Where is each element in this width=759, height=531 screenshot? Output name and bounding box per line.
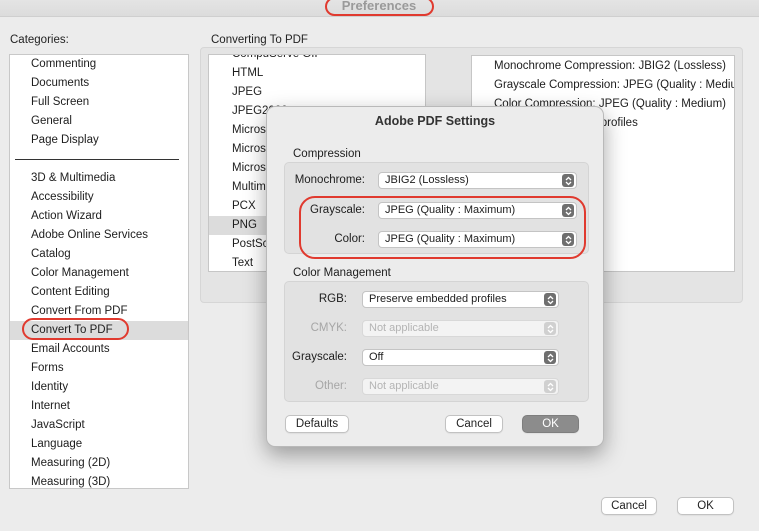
grayscale-profile-select[interactable]: Off [362, 349, 559, 366]
chevron-updown-icon [562, 233, 574, 246]
chevron-updown-icon [544, 322, 556, 335]
chevron-updown-icon [562, 204, 574, 217]
window-title: Preferences [341, 0, 417, 13]
monochrome-compression-value: JBIG2 (Lossless) [385, 174, 469, 186]
color-compression-value: JPEG (Quality : Maximum) [385, 233, 516, 245]
category-item-commenting[interactable]: Commenting [10, 55, 188, 74]
color-compression-label: Color: [334, 233, 365, 245]
cmyk-profile-select: Not applicable [362, 320, 559, 337]
category-item-javascript[interactable]: JavaScript [10, 416, 188, 435]
grayscale-compression-select[interactable]: JPEG (Quality : Maximum) [378, 202, 577, 219]
categories-header: Categories: [10, 34, 69, 46]
grayscale-compression-label: Grayscale: [310, 204, 365, 216]
category-item-forms[interactable]: Forms [10, 359, 188, 378]
converting-header: Converting To PDF [211, 34, 308, 46]
other-label: Other: [315, 380, 347, 392]
category-item-measuring-3d[interactable]: Measuring (3D) [10, 473, 188, 488]
ok-button[interactable]: OK [677, 497, 734, 515]
format-item[interactable]: CompuServe GIF [209, 55, 425, 64]
format-item[interactable]: HTML [209, 64, 425, 83]
category-item-convert-from-pdf[interactable]: Convert From PDF [10, 302, 188, 321]
settings-summary-line: Grayscale Compression: JPEG (Quality : M… [494, 79, 735, 91]
chevron-updown-icon [562, 174, 574, 187]
category-item-measuring-2d[interactable]: Measuring (2D) [10, 454, 188, 473]
format-item[interactable]: JPEG [209, 83, 425, 102]
category-item-catalog[interactable]: Catalog [10, 245, 188, 264]
category-item-documents[interactable]: Documents [10, 74, 188, 93]
dialog-cancel-button[interactable]: Cancel [445, 415, 503, 433]
category-item-email-accounts[interactable]: Email Accounts [10, 340, 188, 359]
chevron-updown-icon [544, 293, 556, 306]
cmyk-profile-value: Not applicable [369, 322, 439, 334]
category-item-3d-multimedia[interactable]: 3D & Multimedia [10, 169, 188, 188]
other-profile-value: Not applicable [369, 380, 439, 392]
dialog-title: Adobe PDF Settings [374, 114, 496, 128]
settings-summary-line: Monochrome Compression: JBIG2 (Lossless) [494, 60, 726, 72]
title-bar: Preferences [0, 0, 759, 17]
category-divider [15, 159, 179, 160]
category-item-full-screen[interactable]: Full Screen [10, 93, 188, 112]
monochrome-compression-select[interactable]: JBIG2 (Lossless) [378, 172, 577, 189]
category-item-content-editing[interactable]: Content Editing [10, 283, 188, 302]
category-item-identity[interactable]: Identity [10, 378, 188, 397]
category-item-language[interactable]: Language [10, 435, 188, 454]
rgb-profile-select[interactable]: Preserve embedded profiles [362, 291, 559, 308]
grayscale-profile-value: Off [369, 351, 384, 363]
adobe-pdf-settings-dialog: Adobe PDF Settings Compression Monochrom… [266, 106, 604, 447]
monochrome-label: Monochrome: [294, 174, 365, 186]
category-item-color-management[interactable]: Color Management [10, 264, 188, 283]
chevron-updown-icon [544, 380, 556, 393]
color-compression-select[interactable]: JPEG (Quality : Maximum) [378, 231, 577, 248]
other-profile-select: Not applicable [362, 378, 559, 395]
category-item-accessibility[interactable]: Accessibility [10, 188, 188, 207]
rgb-profile-value: Preserve embedded profiles [369, 293, 507, 305]
cmyk-label: CMYK: [310, 322, 347, 334]
category-item-action-wizard[interactable]: Action Wizard [10, 207, 188, 226]
compression-section-label: Compression [293, 148, 361, 160]
category-item-adobe-online-services[interactable]: Adobe Online Services [10, 226, 188, 245]
categories-list[interactable]: Commenting Documents Full Screen General… [9, 54, 189, 489]
category-item-page-display[interactable]: Page Display [10, 131, 188, 150]
cancel-button[interactable]: Cancel [601, 497, 657, 515]
category-item-convert-to-pdf[interactable]: Convert To PDF [10, 321, 188, 340]
chevron-updown-icon [544, 351, 556, 364]
category-item-general[interactable]: General [10, 112, 188, 131]
dialog-ok-button[interactable]: OK [522, 415, 579, 433]
defaults-button[interactable]: Defaults [285, 415, 349, 433]
preferences-window: Preferences Categories: Commenting Docum… [0, 0, 759, 531]
grayscale-compression-value: JPEG (Quality : Maximum) [385, 204, 516, 216]
grayscale-profile-label: Grayscale: [292, 351, 347, 363]
rgb-label: RGB: [318, 293, 347, 305]
category-item-internet[interactable]: Internet [10, 397, 188, 416]
color-management-section-label: Color Management [293, 267, 391, 279]
